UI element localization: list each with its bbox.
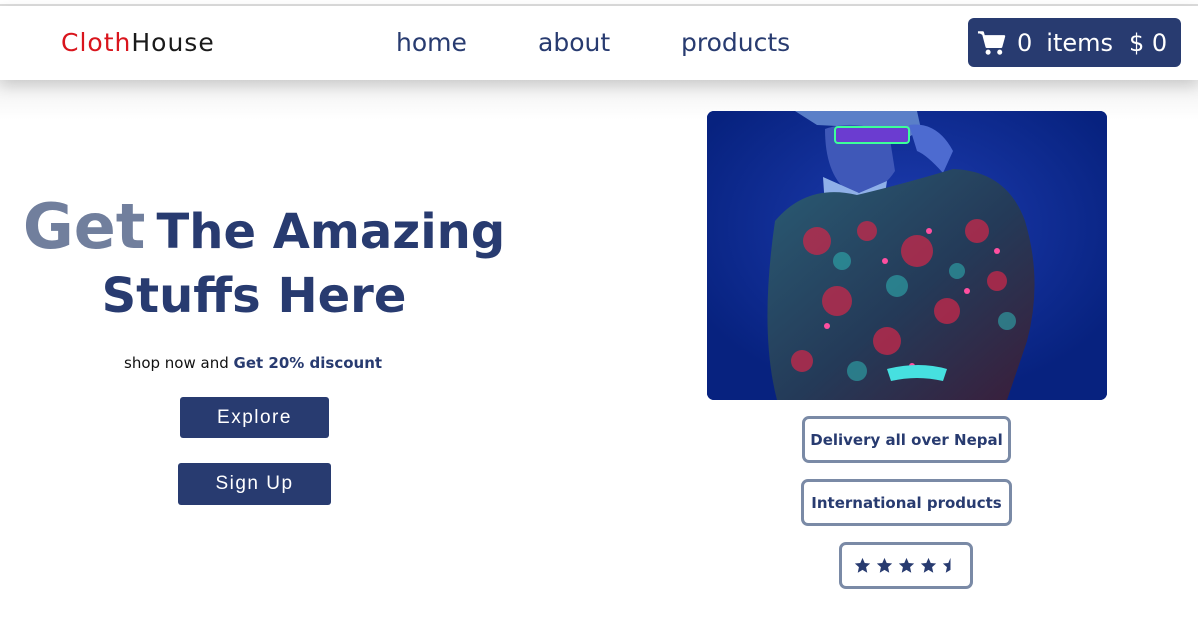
cart-count: 0 — [1017, 28, 1033, 57]
star-half-icon — [942, 557, 950, 573]
hero-image — [707, 111, 1107, 400]
cart-items-label: items — [1046, 28, 1114, 57]
delivery-badge: Delivery all over Nepal — [802, 416, 1011, 463]
headline-rest: The Amazing — [156, 204, 506, 260]
headline-get: Get — [22, 190, 146, 263]
star-icon — [854, 557, 870, 573]
discount-highlight: Get 20% discount — [233, 354, 383, 372]
nav-link-products[interactable]: products — [681, 28, 790, 57]
rating-badge — [839, 542, 973, 589]
star-icon — [898, 557, 914, 573]
signup-button[interactable]: Sign Up — [178, 463, 331, 505]
brand-name-part2: House — [131, 28, 215, 57]
international-badge: International products — [801, 479, 1012, 526]
brand-logo[interactable]: ClothHouse — [61, 28, 215, 57]
hero-subtext: shop now and Get 20% discount — [124, 354, 382, 372]
nav-link-about[interactable]: about — [538, 28, 610, 57]
cart-total: $ 0 — [1129, 28, 1168, 57]
nav-link-home[interactable]: home — [396, 28, 467, 57]
hero-headline: Get The Amazing Stuffs Here — [14, 196, 514, 321]
explore-button[interactable]: Explore — [180, 397, 329, 438]
brand-name-part1: Cloth — [61, 28, 132, 57]
cart-icon — [977, 30, 1006, 55]
navbar: ClothHouse home about products 0 items $… — [0, 6, 1198, 80]
fashion-model-illustration — [707, 111, 1107, 400]
subtext-lead: shop now and — [124, 354, 229, 372]
cart-button[interactable]: 0 items $ 0 — [968, 18, 1181, 67]
headline-line2: Stuffs Here — [101, 268, 407, 324]
star-icon — [876, 557, 892, 573]
star-icon — [920, 557, 936, 573]
